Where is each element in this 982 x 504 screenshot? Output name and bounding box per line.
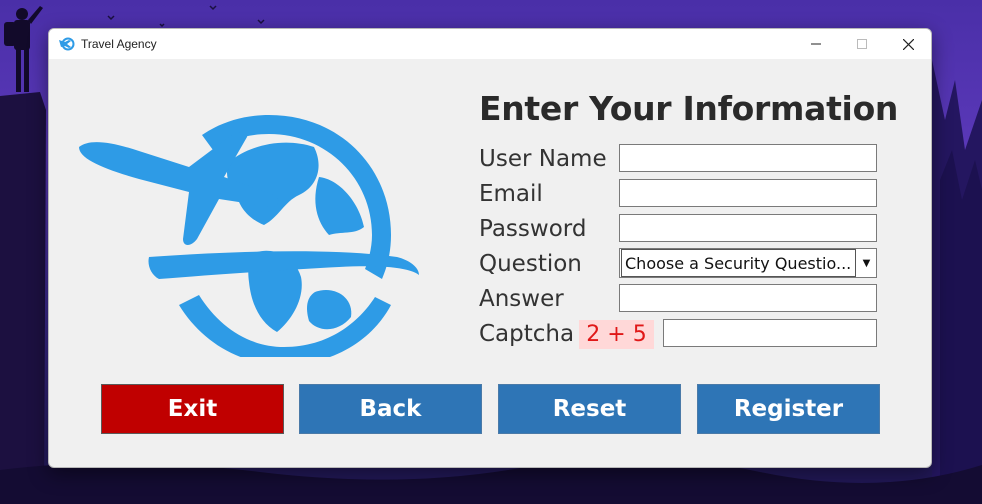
- title-bar[interactable]: Travel Agency: [49, 29, 931, 59]
- close-icon: [902, 38, 914, 50]
- answer-input[interactable]: [619, 284, 877, 312]
- back-button[interactable]: Back: [299, 384, 482, 434]
- security-question-value: Choose a Security Questio...: [621, 249, 856, 277]
- window-controls: [793, 29, 931, 59]
- minimize-button[interactable]: [793, 29, 839, 59]
- captcha-challenge: 2 + 5: [579, 320, 654, 349]
- username-input[interactable]: [619, 144, 877, 172]
- window-title: Travel Agency: [81, 37, 157, 51]
- question-label: Question: [479, 251, 582, 277]
- reset-button[interactable]: Reset: [498, 384, 681, 434]
- chevron-down-icon[interactable]: ▼: [857, 249, 876, 277]
- email-input[interactable]: [619, 179, 877, 207]
- airplane-globe-icon: [59, 36, 75, 52]
- answer-label: Answer: [479, 286, 564, 312]
- password-input[interactable]: [619, 214, 877, 242]
- password-label: Password: [479, 216, 587, 242]
- exit-button[interactable]: Exit: [101, 384, 284, 434]
- register-button[interactable]: Register: [697, 384, 880, 434]
- form-heading: Enter Your Information: [479, 89, 899, 128]
- minimize-icon: [811, 43, 821, 45]
- maximize-button[interactable]: [839, 29, 885, 59]
- close-button[interactable]: [885, 29, 931, 59]
- app-window: Travel Agency Enter Your Information Use…: [48, 28, 932, 468]
- hiker-silhouette: [4, 6, 43, 92]
- email-label: Email: [479, 181, 543, 207]
- captcha-label: Captcha: [479, 321, 575, 347]
- username-label: User Name: [479, 146, 607, 172]
- maximize-icon: [857, 39, 867, 49]
- captcha-input[interactable]: [663, 319, 877, 347]
- security-question-select[interactable]: Choose a Security Questio... ▼: [619, 248, 877, 278]
- travel-logo: [79, 115, 419, 357]
